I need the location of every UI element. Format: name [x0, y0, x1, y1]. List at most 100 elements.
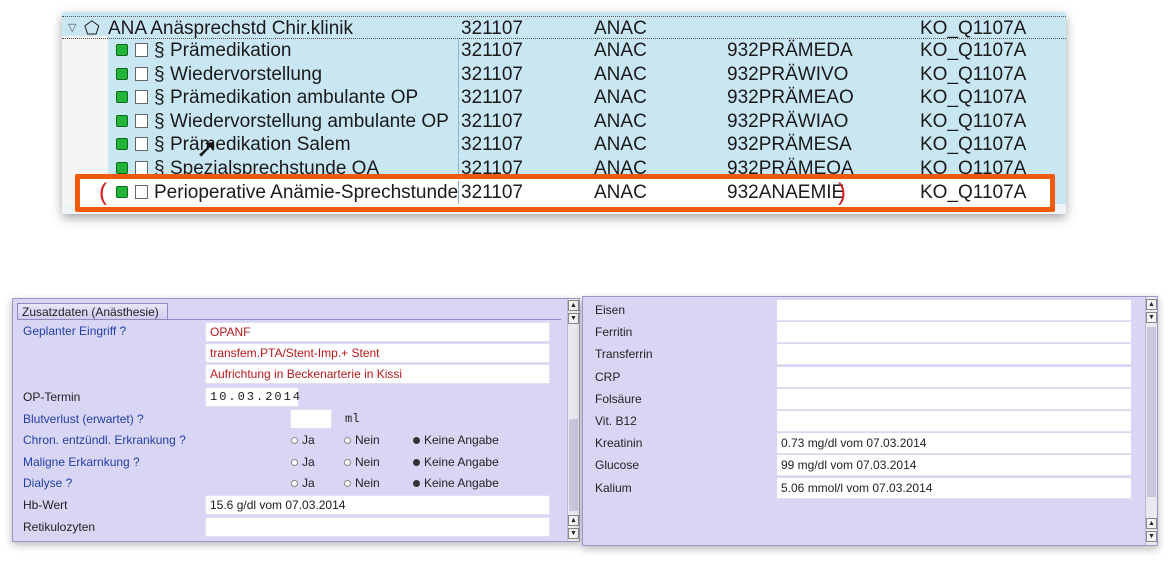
row-name: Prämedikation ambulante OP	[170, 87, 419, 108]
scroll-thumb[interactable]	[569, 419, 578, 511]
radio-option[interactable]: Ja	[291, 453, 315, 471]
tree-row-perioperative-anaemie[interactable]: ( Perioperative Anämie-Sprechstunde 3211…	[62, 179, 1066, 206]
row-number: 321107	[461, 134, 523, 155]
radio-label: Ja	[302, 454, 315, 469]
row-code: ANAC	[594, 87, 647, 108]
collapse-triangle-icon[interactable]: ▽	[68, 17, 76, 40]
reticulocytes-field[interactable]	[205, 517, 550, 537]
lab-value-field[interactable]: 5.06 mmol/l vom 07.03.2014	[777, 477, 1131, 499]
lab-value-field[interactable]	[777, 322, 1131, 344]
tree-row[interactable]: § Wiedervorstellung 321107 ANAC 932PRÄWIVO KO…	[62, 62, 1066, 86]
radio-icon[interactable]	[344, 437, 351, 444]
lab-row: Kreatinin 0.73 mg/dl vom 07.03.2014	[589, 433, 1133, 455]
column-divider	[458, 156, 459, 180]
lab-label: Vit. B12	[595, 414, 637, 428]
left-scrollbar[interactable]: ▲ ▼ ▲ ▼	[567, 299, 579, 541]
lab-label: Eisen	[595, 303, 626, 317]
radio-label: Nein	[355, 433, 380, 447]
radio-option[interactable]: Ja	[291, 431, 315, 449]
tab-zusatzdaten[interactable]: Zusatzdaten (Anästhesie)	[17, 303, 168, 320]
scroll-up-icon[interactable]: ▲	[1146, 518, 1157, 529]
planned-procedure-line-3[interactable]: Aufrichtung in Beckenarterie in Kissi	[205, 364, 550, 384]
radio-option[interactable]: Keine Angabe	[413, 453, 499, 471]
annotation-open-paren: (	[99, 179, 107, 206]
lab-value-field[interactable]	[777, 411, 1131, 432]
radio-option[interactable]: Nein	[344, 431, 380, 449]
scroll-up-icon[interactable]: ▲	[568, 300, 579, 311]
row-name: Prämedikation	[170, 40, 292, 61]
radio-icon[interactable]	[291, 458, 298, 466]
row-number: 321107	[461, 110, 523, 132]
row-category: 932PRÄMESA	[727, 134, 852, 155]
tree-row[interactable]: § Prämedikation ambulante OP 321107 ANAC 932…	[62, 86, 1066, 109]
lab-value-field[interactable]	[777, 300, 1131, 321]
lab-row: Glucose 99 mg/dl vom 07.03.2014	[589, 455, 1133, 477]
section-icon: §	[154, 40, 165, 61]
row-checkbox[interactable]	[135, 43, 148, 57]
tab-underline	[17, 319, 561, 320]
hb-label: Hb-Wert	[23, 498, 68, 512]
row-code: ANAC	[594, 157, 647, 179]
lab-value-field[interactable]: 99 mg/dl vom 07.03.2014	[777, 455, 1131, 477]
radio-icon[interactable]	[344, 458, 351, 466]
tree-row[interactable]: § Wiedervorstellung ambulante OP 321107 ANA…	[62, 109, 1066, 133]
scroll-down-icon[interactable]: ▼	[1146, 531, 1157, 542]
section-icon: §	[154, 134, 165, 155]
radio-icon[interactable]	[413, 437, 420, 444]
tree-group-row[interactable]: ▽ ⬠ ANA Anäsprechstd Chir.klinik 321107 …	[62, 16, 1066, 39]
question-label: Chron. entzündl. Erkrankung ?	[23, 433, 186, 447]
row-checkbox[interactable]	[135, 137, 148, 151]
scroll-up-icon[interactable]: ▲	[1146, 299, 1157, 310]
radio-icon[interactable]	[291, 480, 298, 487]
lab-value-field[interactable]	[777, 344, 1131, 366]
row-checkbox[interactable]	[135, 90, 148, 104]
column-divider	[458, 181, 459, 204]
reticulocytes-label: Retikulozyten	[23, 520, 96, 534]
op-date-field[interactable]: 10.03.2014	[205, 387, 300, 407]
radio-icon[interactable]	[413, 480, 420, 487]
row-checkbox[interactable]	[135, 185, 148, 199]
annotation-close-paren: )	[838, 179, 846, 206]
row-code: ANAC	[594, 40, 647, 61]
radio-label: Nein	[355, 454, 380, 469]
tag-icon: ⬠	[84, 18, 100, 38]
lab-value-field[interactable]	[777, 366, 1131, 388]
radio-option[interactable]: Ja	[291, 474, 315, 492]
lab-value-field[interactable]	[777, 388, 1131, 410]
lab-label: Glucose	[595, 458, 640, 473]
row-category: 932PRÄWIVO	[727, 63, 849, 85]
row-code: ANAC	[594, 110, 647, 132]
radio-option[interactable]: Nein	[344, 474, 380, 492]
scroll-up-icon[interactable]: ▲	[568, 515, 579, 526]
radio-label: Nein	[355, 476, 380, 490]
blood-loss-field[interactable]	[290, 409, 332, 429]
radio-icon[interactable]	[291, 437, 298, 444]
radio-icon[interactable]	[413, 458, 420, 466]
scroll-down-icon[interactable]: ▼	[568, 528, 579, 539]
planned-procedure-line-1[interactable]: OPANF	[205, 322, 550, 342]
row-ko: KO_Q1107A	[920, 157, 1027, 179]
right-scrollbar[interactable]: ▲ ▼ ▲ ▼	[1145, 297, 1157, 545]
row-checkbox[interactable]	[135, 66, 148, 81]
planned-procedure-label: Geplanter Eingriff ?	[23, 324, 127, 338]
row-checkbox[interactable]	[135, 113, 148, 128]
group-number: 321107	[461, 18, 523, 39]
hb-field[interactable]: 15.6 g/dl vom 07.03.2014	[205, 495, 550, 515]
group-ko: KO_Q1107A	[920, 18, 1027, 39]
radio-option[interactable]: Nein	[344, 453, 380, 471]
lab-value-field[interactable]: 0.73 mg/dl vom 07.03.2014	[777, 433, 1131, 455]
tree-row[interactable]: § Prämedikation 321107 ANAC 932PRÄMEDA KO_Q11…	[62, 39, 1066, 62]
scroll-down-icon[interactable]: ▼	[1146, 312, 1157, 323]
planned-procedure-line-2[interactable]: transfem.PTA/Stent-Imp.+ Stent	[205, 343, 550, 363]
status-green-icon	[116, 186, 128, 198]
row-number: 321107	[461, 40, 523, 61]
scroll-thumb[interactable]	[1147, 327, 1156, 497]
radio-icon[interactable]	[344, 480, 351, 487]
radio-label: Keine Angabe	[424, 476, 499, 490]
group-code: ANAC	[594, 18, 647, 39]
radio-option[interactable]: Keine Angabe	[413, 474, 499, 492]
scroll-down-icon[interactable]: ▼	[568, 313, 579, 324]
group-name: ANA Anäsprechstd Chir.klinik	[108, 18, 354, 39]
row-checkbox[interactable]	[135, 160, 148, 175]
radio-option[interactable]: Keine Angabe	[413, 431, 499, 449]
